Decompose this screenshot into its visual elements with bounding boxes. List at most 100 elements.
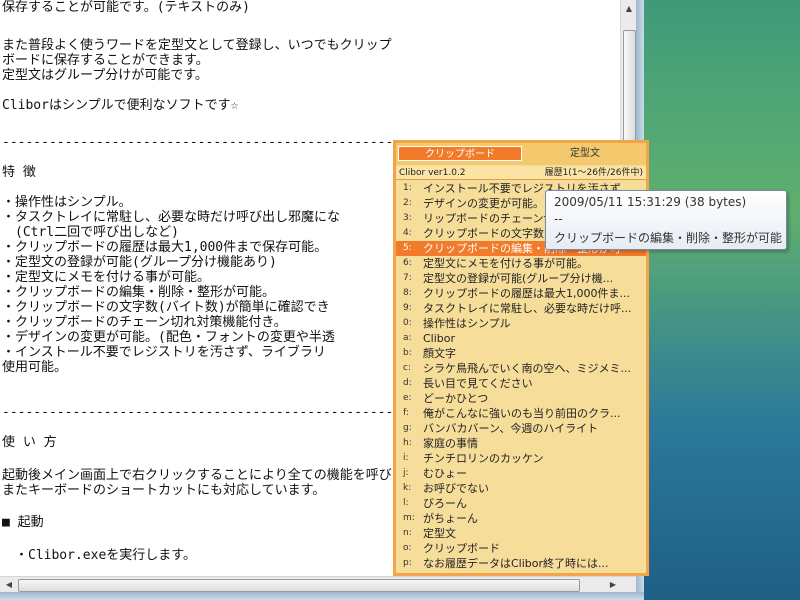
horizontal-scrollbar[interactable]: ◀ ▶ xyxy=(0,576,636,593)
item-text: 長い目で見てください xyxy=(423,377,533,390)
item-hotkey: l: xyxy=(403,498,409,508)
clip-list-item[interactable]: 6: 定型文にメモを付ける事が可能。 xyxy=(396,256,646,271)
text-line: ■ 起動 xyxy=(2,515,44,530)
text-line: (Ctrl二回で呼び出しなど) xyxy=(2,225,179,240)
item-hotkey: a: xyxy=(403,333,412,343)
item-text: Clibor xyxy=(423,332,456,345)
item-text: 定型文 xyxy=(423,527,456,540)
tab-fixed-phrases[interactable]: 定型文 xyxy=(526,146,644,161)
item-hotkey: 4: xyxy=(403,228,412,238)
clip-list-item[interactable]: 7: 定型文の登録が可能(グループ分け機... xyxy=(396,271,646,286)
scroll-left-arrow-icon[interactable]: ◀ xyxy=(2,578,16,592)
clip-list-item[interactable]: o: クリップボード xyxy=(396,541,646,556)
text-line: 保存することが可能です。(テキストのみ) xyxy=(2,0,250,15)
item-hotkey: k: xyxy=(403,483,412,493)
item-hotkey: g: xyxy=(403,423,412,433)
item-text: クリップボードの履歴は最大1,000件ま... xyxy=(423,287,630,300)
version-label: Clibor ver1.0.2 xyxy=(399,168,466,178)
text-line: ・クリップボードの文字数(バイト数)が簡単に確認でき xyxy=(2,300,330,315)
clip-list-item[interactable]: 9: タスクトレイに常駐し、必要な時だけ呼... xyxy=(396,301,646,316)
text-line: ・操作性はシンプル。 xyxy=(2,195,132,210)
item-hotkey: f: xyxy=(403,408,409,418)
item-text: タスクトレイに常駐し、必要な時だけ呼... xyxy=(423,302,632,315)
item-hotkey: o: xyxy=(403,543,412,553)
item-text: シラケ鳥飛んでいく南の空へ、ミジメミ... xyxy=(423,362,631,375)
item-text: 定型文の登録が可能(グループ分け機... xyxy=(423,272,614,285)
clip-list-item[interactable]: f: 俺がこんなに強いのも当り前田のクラ... xyxy=(396,406,646,421)
tooltip-timestamp: 2009/05/11 15:31:29 (38 bytes) xyxy=(554,195,747,209)
item-hotkey: i: xyxy=(403,453,409,463)
item-hotkey: 9: xyxy=(403,303,412,313)
clip-list-item[interactable]: h: 家庭の事情 xyxy=(396,436,646,451)
window-frame-bottom xyxy=(0,592,644,600)
clip-list-item[interactable]: m: がちょーん xyxy=(396,511,646,526)
tooltip-content: クリップボードの編集・削除・整形が可能 xyxy=(554,231,783,245)
item-text: 俺がこんなに強いのも当り前田のクラ... xyxy=(423,407,621,420)
clip-list-item[interactable]: n: 定型文 xyxy=(396,526,646,541)
clip-preview-tooltip: 2009/05/11 15:31:29 (38 bytes) -- クリップボー… xyxy=(545,190,787,250)
item-text: チンチロリンのカッケン xyxy=(423,452,544,465)
clip-list-item[interactable]: l: びろーん xyxy=(396,496,646,511)
clip-list-item[interactable]: 8: クリップボードの履歴は最大1,000件ま... xyxy=(396,286,646,301)
text-line: ・定型文にメモを付ける事が可能。 xyxy=(2,270,211,285)
item-hotkey: e: xyxy=(403,393,412,403)
text-line: 特 徴 xyxy=(2,165,36,180)
text-line: ・タスクトレイに常駐し、必要な時だけ呼び出し邪魔にな xyxy=(2,210,341,225)
item-hotkey: 8: xyxy=(403,288,412,298)
item-hotkey: 5: xyxy=(403,243,412,253)
text-line: ・クリップボードの編集・削除・整形が可能。 xyxy=(2,285,276,300)
item-hotkey: n: xyxy=(403,528,412,538)
clip-list-item[interactable]: g: バンバカバーン、今週のハイライト xyxy=(396,421,646,436)
clibor-tab-bar: クリップボード 定型文 xyxy=(396,143,646,165)
clip-list-item[interactable]: j: むひょー xyxy=(396,466,646,481)
item-hotkey: b: xyxy=(403,348,412,358)
item-text: どーかひとつ xyxy=(423,392,489,405)
scroll-right-arrow-icon[interactable]: ▶ xyxy=(606,578,620,592)
clip-list-item[interactable]: 0: 操作性はシンプル xyxy=(396,316,646,331)
clip-list-item[interactable]: a: Clibor xyxy=(396,331,646,346)
item-text: 定型文にメモを付ける事が可能。 xyxy=(423,257,588,270)
text-line: ・クリップボードのチェーン切れ対策機能付き。 xyxy=(2,315,287,330)
clip-list-item[interactable]: p: なお履歴データはClibor終了時には... xyxy=(396,556,646,571)
text-line: ・クリップボードの履歴は最大1,000件まで保存可能。 xyxy=(2,240,328,255)
history-count: 履歴1(1～26件/26件中) xyxy=(544,168,643,178)
scroll-up-arrow-icon[interactable]: ▲ xyxy=(623,2,635,16)
item-hotkey: c: xyxy=(403,363,411,373)
item-hotkey: 7: xyxy=(403,273,412,283)
text-line: 使 い 方 xyxy=(2,435,57,450)
vertical-scroll-thumb[interactable] xyxy=(623,30,636,142)
clip-list-item[interactable]: b: 顔文字 xyxy=(396,346,646,361)
item-text: 顔文字 xyxy=(423,347,456,360)
item-hotkey: 6: xyxy=(403,258,412,268)
tooltip-separator: -- xyxy=(554,212,563,226)
item-hotkey: p: xyxy=(403,558,412,568)
text-line: 使用可能。 xyxy=(2,360,68,375)
text-line: またキーボードのショートカットにも対応しています。 xyxy=(2,483,326,498)
horizontal-scroll-thumb[interactable] xyxy=(18,579,580,592)
text-line: ・定型文の登録が可能(グループ分け機能あり) xyxy=(2,255,277,270)
item-hotkey: m: xyxy=(403,513,415,523)
item-hotkey: 2: xyxy=(403,198,412,208)
clip-list-item[interactable]: k: お呼びでない xyxy=(396,481,646,496)
item-text: むひょー xyxy=(423,467,467,480)
clip-list-item[interactable]: d: 長い目で見てください xyxy=(396,376,646,391)
item-text: がちょーん xyxy=(423,512,478,525)
item-hotkey: 0: xyxy=(403,318,412,328)
item-text: お呼びでない xyxy=(423,482,489,495)
clip-list-item[interactable]: c: シラケ鳥飛んでいく南の空へ、ミジメミ... xyxy=(396,361,646,376)
item-text: バンバカバーン、今週のハイライト xyxy=(423,422,599,435)
tab-clipboard[interactable]: クリップボード xyxy=(398,146,522,161)
text-line: ボードに保存することができます。 xyxy=(2,53,209,68)
clip-list-item[interactable]: e: どーかひとつ xyxy=(396,391,646,406)
item-hotkey: 3: xyxy=(403,213,412,223)
item-hotkey: h: xyxy=(403,438,412,448)
text-line: Cliborはシンプルで便利なソフトです☆ xyxy=(2,98,239,113)
text-line: 定型文はグループ分けが可能です。 xyxy=(2,68,208,83)
item-text: 操作性はシンプル xyxy=(423,317,511,330)
item-text: 家庭の事情 xyxy=(423,437,478,450)
item-text: びろーん xyxy=(423,497,467,510)
text-line: ・インストール不要でレジストリを汚さず、ライブラリ xyxy=(2,345,326,360)
item-hotkey: d: xyxy=(403,378,412,388)
clip-list-item[interactable]: i: チンチロリンのカッケン xyxy=(396,451,646,466)
item-hotkey: j: xyxy=(403,468,409,478)
